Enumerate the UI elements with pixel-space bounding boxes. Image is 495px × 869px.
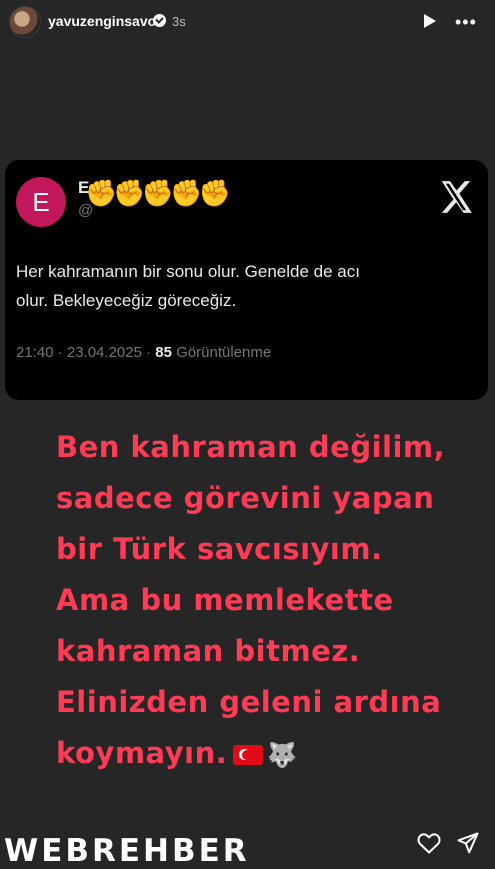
profile-avatar[interactable] [9, 6, 41, 38]
tweet-text: Her kahramanın bir sonu olur. Genelde de… [16, 257, 466, 315]
send-icon[interactable] [457, 832, 479, 854]
caption-line: kahraman bitmez. [56, 634, 361, 668]
story-header: yavuzenginsavci 3s ••• [0, 0, 495, 44]
caption-line: bir Türk savcısıyım. [56, 532, 383, 566]
turkey-flag-icon [233, 745, 264, 765]
x-logo-icon [441, 181, 472, 213]
play-icon[interactable] [424, 14, 436, 28]
tweet-author-avatar: E [16, 177, 66, 227]
verified-badge-icon [153, 14, 166, 27]
more-options-icon[interactable]: ••• [455, 13, 477, 31]
caption-line: Ben kahraman değilim, [56, 430, 446, 464]
wolf-icon: 🐺 [267, 740, 298, 769]
tweet-text-line: olur. Bekleyeceğiz göreceğiz. [16, 291, 237, 310]
watermark: WEBREHBER [4, 833, 250, 869]
caption-line: sadece görevini yapan [56, 481, 435, 515]
post-time: 3s [172, 14, 186, 29]
tweet-views-label: Görüntülenme [176, 344, 272, 361]
story-caption: Ben kahraman değilim, sadece görevini ya… [56, 422, 486, 781]
tweet-card: E E @ ✊✊✊✊✊ Her kahramanın bir sonu olur… [5, 160, 488, 400]
username[interactable]: yavuzenginsavci [48, 13, 159, 29]
caption-line: Elinizden geleni ardına [56, 685, 442, 719]
tweet-timestamp: 21:40 · 23.04.2025 · [16, 344, 156, 361]
tweet-views-count: 85 [155, 344, 172, 361]
tweet-meta: 21:40 · 23.04.2025 · 85 Görüntülenme [16, 344, 271, 361]
fist-emoji-overlay: ✊✊✊✊✊ [85, 178, 231, 208]
heart-icon[interactable] [417, 832, 441, 854]
caption-last-line: koymayın. 🐺 [56, 728, 486, 781]
tweet-text-line: Her kahramanın bir sonu olur. Genelde de… [16, 262, 360, 281]
caption-line: Ama bu memlekette [56, 583, 394, 617]
caption-line: koymayın. [56, 736, 228, 770]
